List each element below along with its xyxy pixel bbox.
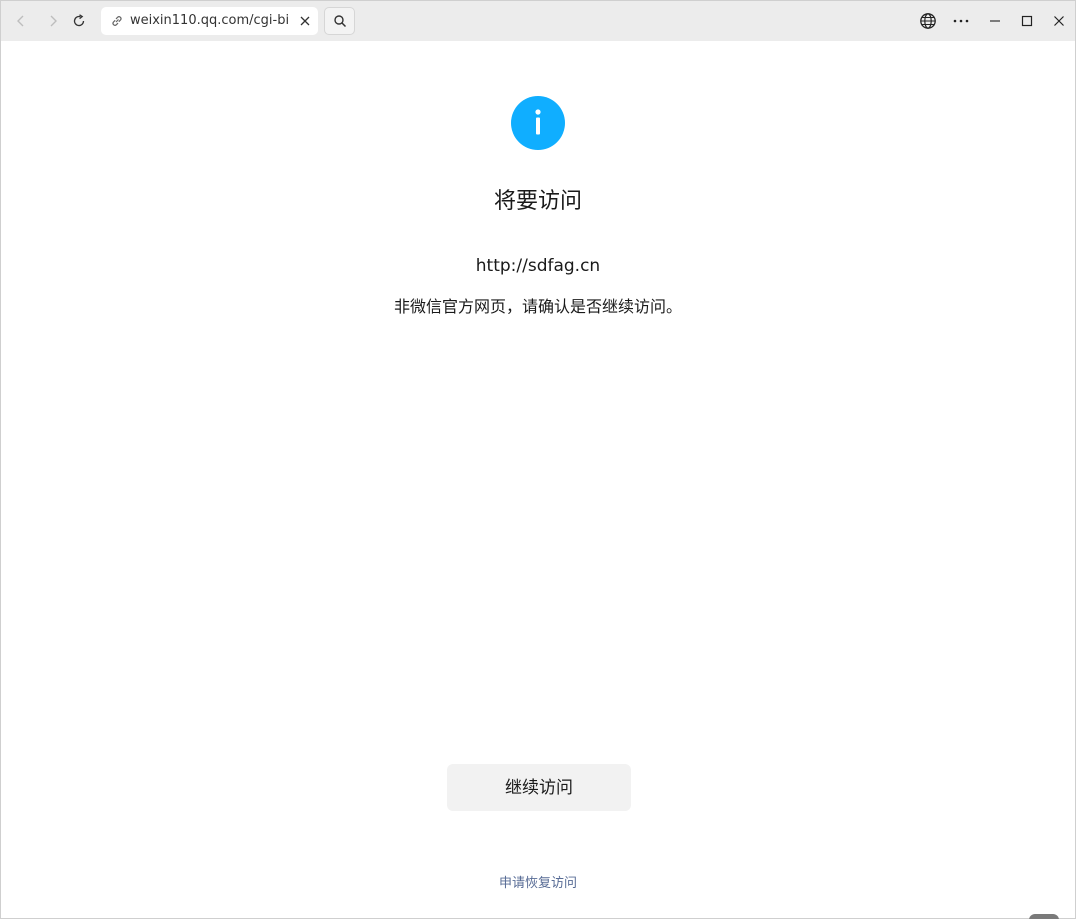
target-url: http://sdfag.cn <box>475 256 601 276</box>
browser-window: weixin110.qq.com/cgi-bin/r 将要访问 http://s… <box>0 0 1076 919</box>
request-restore-access-link[interactable]: 申请恢复访问 <box>1 874 1075 894</box>
warning-message: 非微信官方网页，请确认是否继续访问。 <box>393 297 682 316</box>
close-window-button[interactable] <box>1045 7 1073 35</box>
reload-icon <box>73 14 85 27</box>
minimize-button[interactable] <box>981 7 1009 35</box>
resize-handle[interactable] <box>1029 914 1059 919</box>
address-url-text[interactable]: weixin110.qq.com/cgi-bin/r <box>130 7 290 35</box>
search-button[interactable] <box>324 7 355 35</box>
continue-visit-button[interactable]: 继续访问 <box>447 764 631 811</box>
close-icon[interactable] <box>298 14 312 28</box>
search-icon <box>333 15 346 28</box>
page-content: 将要访问 http://sdfag.cn 非微信官方网页，请确认是否继续访问。 … <box>1 41 1075 919</box>
more-button[interactable] <box>947 7 975 35</box>
globe-icon <box>920 13 936 29</box>
page-title: 将要访问 <box>493 189 582 214</box>
chevron-left-icon <box>17 15 24 27</box>
globe-button[interactable] <box>914 7 942 35</box>
forward-button[interactable] <box>39 7 67 35</box>
link-icon <box>112 16 122 26</box>
minimize-icon <box>990 20 1000 22</box>
more-horizontal-icon <box>953 19 969 23</box>
close-window-icon <box>1054 16 1064 26</box>
info-icon <box>511 96 565 150</box>
back-button[interactable] <box>7 7 35 35</box>
browser-toolbar: weixin110.qq.com/cgi-bin/r <box>1 1 1075 41</box>
chevron-right-icon <box>50 15 57 27</box>
address-bar[interactable]: weixin110.qq.com/cgi-bin/r <box>101 7 318 35</box>
reload-button[interactable] <box>65 7 93 35</box>
maximize-icon <box>1021 15 1033 27</box>
maximize-button[interactable] <box>1013 7 1041 35</box>
